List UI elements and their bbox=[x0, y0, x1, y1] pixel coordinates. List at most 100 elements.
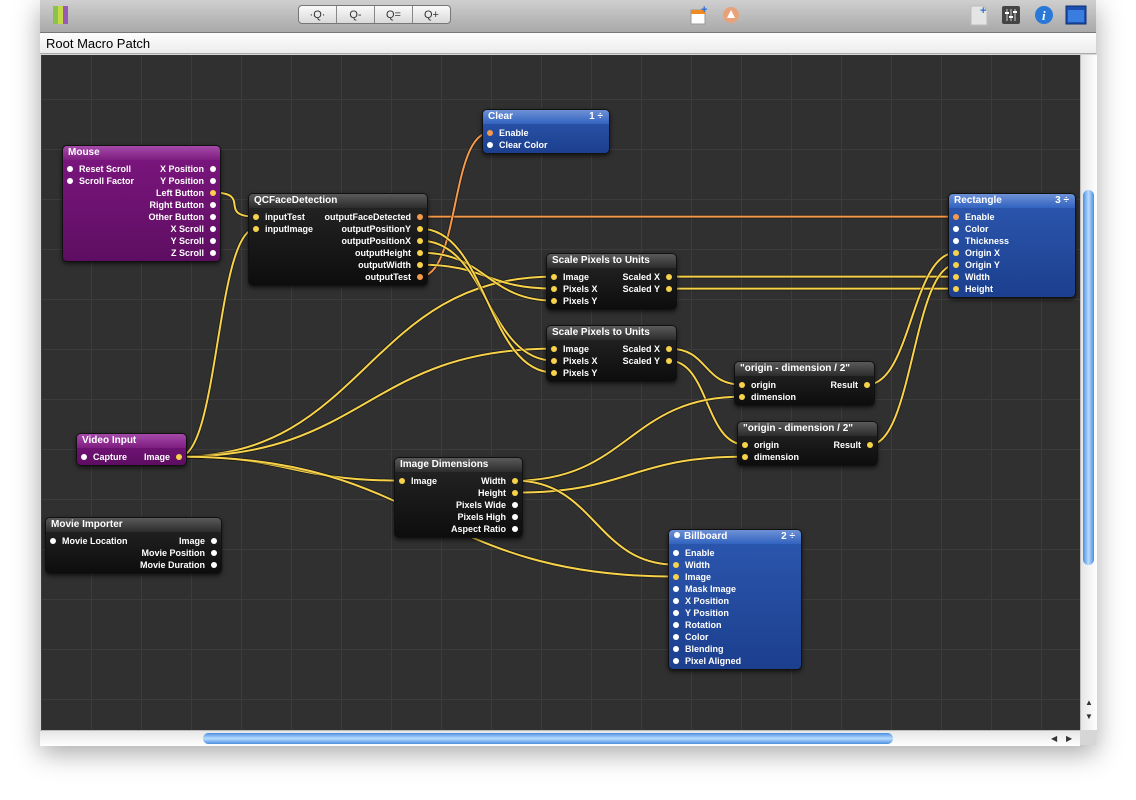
output-port[interactable]: Scaled Y bbox=[623, 355, 672, 367]
patch-mouse[interactable]: Mouse Reset Scroll Scroll Factor X Position… bbox=[62, 145, 221, 262]
port-dot[interactable] bbox=[253, 213, 259, 220]
input-port[interactable]: origin bbox=[742, 439, 779, 451]
input-port[interactable]: Clear Color bbox=[487, 139, 548, 151]
port-dot[interactable] bbox=[210, 177, 216, 184]
port-dot[interactable] bbox=[666, 285, 672, 292]
port-dot[interactable] bbox=[673, 657, 679, 664]
patch-orig2[interactable]: "origin - dimension / 2" origin dimension R… bbox=[737, 421, 878, 466]
port-dot[interactable] bbox=[673, 609, 679, 616]
layer-badge[interactable]: 1 ÷ bbox=[589, 110, 603, 124]
zoom-in-icon[interactable]: Q+ bbox=[413, 6, 450, 23]
port-dot[interactable] bbox=[210, 165, 216, 172]
input-port[interactable]: Image bbox=[673, 571, 711, 583]
port-dot[interactable] bbox=[742, 453, 748, 460]
port-dot[interactable] bbox=[742, 441, 748, 448]
output-port[interactable]: Right Button bbox=[150, 199, 216, 211]
output-port[interactable]: outputHeight bbox=[355, 247, 423, 259]
zoom-out-icon[interactable]: Q- bbox=[337, 6, 375, 23]
patch-title-bar[interactable]: Movie Importer bbox=[46, 518, 221, 532]
patch-video[interactable]: Video Input Capture Image bbox=[76, 433, 187, 466]
input-port[interactable]: Pixels X bbox=[551, 355, 598, 367]
input-port[interactable]: Enable bbox=[673, 547, 715, 559]
patch-title-bar[interactable]: "origin - dimension / 2" bbox=[738, 422, 877, 436]
port-dot[interactable] bbox=[399, 477, 405, 484]
port-dot[interactable] bbox=[210, 237, 216, 244]
output-port[interactable]: Width bbox=[481, 475, 518, 487]
port-dot[interactable] bbox=[867, 441, 873, 448]
port-dot[interactable] bbox=[551, 345, 557, 352]
port-dot[interactable] bbox=[739, 381, 745, 388]
port-dot[interactable] bbox=[210, 249, 216, 256]
port-dot[interactable] bbox=[67, 177, 73, 184]
cable[interactable] bbox=[178, 455, 403, 482]
input-port[interactable]: Reset Scroll bbox=[67, 163, 131, 175]
port-dot[interactable] bbox=[739, 393, 745, 400]
patch-scale2[interactable]: Scale Pixels to Units Image Pixels X Pixels… bbox=[546, 325, 677, 382]
zoom-actual-icon[interactable]: Q= bbox=[375, 6, 413, 23]
input-port[interactable]: Y Position bbox=[673, 607, 729, 619]
port-dot[interactable] bbox=[81, 453, 87, 460]
port-dot[interactable] bbox=[50, 537, 56, 544]
patch-title-bar[interactable]: Clear 1 ÷ bbox=[483, 110, 609, 124]
port-dot[interactable] bbox=[512, 525, 518, 532]
input-port[interactable]: Scroll Factor bbox=[67, 175, 134, 187]
port-dot[interactable] bbox=[673, 549, 679, 556]
port-dot[interactable] bbox=[487, 141, 493, 148]
cable[interactable] bbox=[178, 275, 555, 458]
output-port[interactable]: Result bbox=[830, 379, 870, 391]
new-document-icon[interactable]: + bbox=[968, 3, 990, 27]
patch-title-bar[interactable]: "origin - dimension / 2" bbox=[735, 362, 874, 376]
port-dot[interactable] bbox=[512, 489, 518, 496]
port-dot[interactable] bbox=[512, 501, 518, 508]
input-port[interactable]: Origin Y bbox=[953, 259, 1000, 271]
layer-badge[interactable]: 3 ÷ bbox=[1055, 194, 1069, 208]
port-dot[interactable] bbox=[67, 165, 73, 172]
parent-patch-icon[interactable] bbox=[722, 6, 740, 24]
port-dot[interactable] bbox=[666, 345, 672, 352]
patch-title-bar[interactable]: Scale Pixels to Units bbox=[547, 326, 676, 340]
port-dot[interactable] bbox=[673, 645, 679, 652]
output-port[interactable]: Z Scroll bbox=[171, 247, 216, 259]
output-port[interactable]: Height bbox=[478, 487, 518, 499]
port-dot[interactable] bbox=[551, 369, 557, 376]
input-port[interactable]: Pixel Aligned bbox=[673, 655, 741, 667]
layer-badge[interactable]: 2 ÷ bbox=[781, 530, 795, 544]
output-port[interactable]: Aspect Ratio bbox=[451, 523, 518, 535]
port-dot[interactable] bbox=[551, 285, 557, 292]
horizontal-scroll-thumb[interactable] bbox=[203, 733, 893, 744]
scroll-left-icon[interactable]: ◀ bbox=[1051, 734, 1057, 743]
input-port[interactable]: Enable bbox=[953, 211, 995, 223]
enable-port[interactable] bbox=[674, 532, 680, 539]
port-dot[interactable] bbox=[210, 213, 216, 220]
input-port[interactable]: Capture bbox=[81, 451, 127, 463]
port-dot[interactable] bbox=[953, 261, 959, 268]
input-port[interactable]: dimension bbox=[742, 451, 799, 463]
output-port[interactable]: Scaled Y bbox=[623, 283, 672, 295]
input-port[interactable]: inputTest bbox=[253, 211, 305, 223]
port-dot[interactable] bbox=[210, 225, 216, 232]
port-dot[interactable] bbox=[953, 249, 959, 256]
output-port[interactable]: Result bbox=[833, 439, 873, 451]
patch-billboard[interactable]: Billboard 2 ÷ Enable Width Image Mask Image X … bbox=[668, 529, 802, 670]
patch-orig1[interactable]: "origin - dimension / 2" origin dimension R… bbox=[734, 361, 875, 406]
patch-face[interactable]: QCFaceDetection inputTest inputImage output… bbox=[248, 193, 428, 286]
port-dot[interactable] bbox=[417, 261, 423, 268]
port-dot[interactable] bbox=[417, 213, 423, 220]
port-dot[interactable] bbox=[551, 357, 557, 364]
patch-title-bar[interactable]: Video Input bbox=[77, 434, 186, 448]
input-port[interactable]: Color bbox=[953, 223, 989, 235]
vertical-scroll-thumb[interactable] bbox=[1083, 190, 1094, 565]
cable[interactable] bbox=[514, 395, 743, 482]
patch-inspector-icon[interactable]: i bbox=[1034, 5, 1054, 25]
input-port[interactable]: Rotation bbox=[673, 619, 722, 631]
patch-scale1[interactable]: Scale Pixels to Units Image Pixels X Pixels… bbox=[546, 253, 677, 310]
input-port[interactable]: Width bbox=[673, 559, 710, 571]
port-dot[interactable] bbox=[211, 537, 217, 544]
patch-title-bar[interactable]: Billboard 2 ÷ bbox=[669, 530, 801, 544]
input-port[interactable]: Image bbox=[551, 343, 589, 355]
port-dot[interactable] bbox=[953, 225, 959, 232]
port-dot[interactable] bbox=[953, 237, 959, 244]
input-port[interactable]: Thickness bbox=[953, 235, 1009, 247]
vertical-scrollbar[interactable]: ▲ ▼ bbox=[1080, 55, 1097, 730]
output-port[interactable]: X Scroll bbox=[170, 223, 216, 235]
